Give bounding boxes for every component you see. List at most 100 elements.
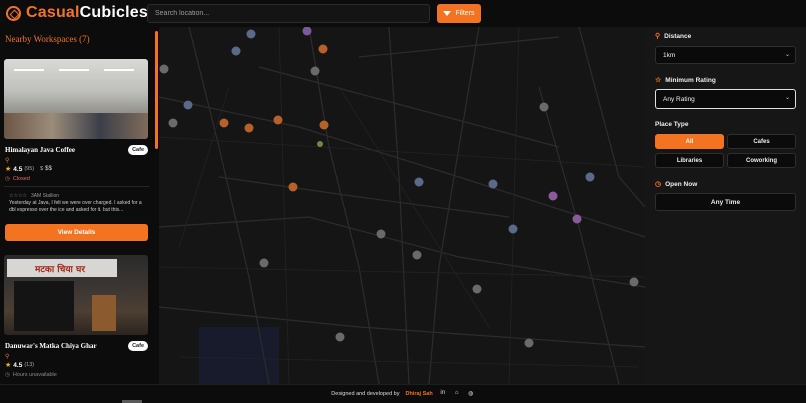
linkedin-icon[interactable]: in	[439, 390, 447, 398]
map-marker-icon[interactable]	[288, 182, 298, 192]
map-marker-icon[interactable]	[548, 191, 558, 201]
map-marker-icon[interactable]	[319, 120, 329, 130]
rating-section-title: ☆ Minimum Rating	[655, 76, 716, 85]
sidebar-title: Nearby Workspaces (7)	[5, 34, 90, 44]
place-type-libraries-button[interactable]: Libraries	[655, 153, 724, 168]
distance-value: 1km	[663, 51, 676, 59]
github-icon[interactable]: ⌂	[453, 390, 461, 398]
distance-section-title: ⚲ Distance	[655, 32, 692, 41]
rating-value: 4.5	[13, 361, 23, 369]
map-marker-icon[interactable]	[335, 332, 345, 342]
place-type-coworking-button[interactable]: Coworking	[727, 153, 796, 168]
place-type-cafes-button[interactable]: Cafes	[727, 134, 796, 149]
map-marker-icon[interactable]	[524, 338, 534, 348]
rating-value: 4.5	[13, 165, 23, 173]
header: CasualCubicles Filters	[0, 0, 806, 27]
brand-name-part1: Casual	[26, 4, 80, 21]
map-marker-icon[interactable]	[244, 123, 254, 133]
photo-detail	[92, 295, 116, 331]
review-count: (13)	[24, 362, 35, 368]
map-marker-icon[interactable]	[231, 46, 241, 56]
workspace-name: Himalayan Java Coffee	[5, 146, 75, 154]
map-canvas[interactable]	[159, 27, 645, 384]
map-marker-icon[interactable]	[183, 100, 193, 110]
place-type-label: Place Type	[655, 121, 689, 128]
clock-icon: ◷	[655, 181, 662, 188]
map-marker-icon[interactable]	[246, 29, 256, 39]
brand-logo[interactable]: CasualCubicles	[6, 4, 148, 22]
price-level: $$	[45, 166, 52, 172]
map-marker-icon[interactable]	[259, 258, 269, 268]
view-details-button[interactable]: View Details	[5, 224, 148, 241]
workspace-photo	[4, 59, 148, 139]
globe-icon[interactable]: ◍	[467, 390, 475, 398]
map-marker-icon[interactable]	[168, 118, 178, 128]
filters-button[interactable]: Filters	[437, 4, 481, 23]
star-outline-icon: ☆	[655, 77, 662, 84]
place-type-section-title: Place Type	[655, 121, 688, 128]
workspace-list-sidebar[interactable]: Nearby Workspaces (7) Himalayan Java Cof…	[0, 27, 159, 384]
clock-icon: ◷	[5, 372, 10, 378]
price-icon: $	[40, 166, 44, 172]
workspace-card[interactable]: Himalayan Java Coffee Cafe ⚲ ★ 4.5 (95) …	[4, 59, 149, 249]
chevron-down-icon: ⌄	[784, 52, 790, 58]
star-icon: ★	[5, 362, 12, 369]
map-marker-icon[interactable]	[539, 102, 549, 112]
photo-detail	[59, 69, 89, 71]
map-marker-icon[interactable]	[472, 284, 482, 294]
type-badge: Cafe	[128, 341, 148, 351]
filters-button-label: Filters	[455, 10, 475, 17]
review-text: Yesterday at Java, I felt we were over c…	[9, 200, 142, 213]
map-marker-icon[interactable]	[317, 141, 323, 147]
type-badge: Cafe	[128, 145, 148, 155]
map-marker-icon[interactable]	[318, 44, 328, 54]
map-marker-icon[interactable]	[585, 172, 595, 182]
map-marker-icon[interactable]	[310, 66, 320, 76]
min-rating-value: Any Rating	[663, 95, 695, 103]
map-marker-icon[interactable]	[414, 177, 424, 187]
workspace-photo: मटका चिया घर	[4, 255, 148, 335]
map-marker-icon[interactable]	[159, 64, 169, 74]
location-pin-icon: ⚲	[655, 33, 661, 40]
map-marker-icon[interactable]	[412, 250, 422, 260]
min-rating-select[interactable]: Any Rating ⌄	[655, 89, 796, 109]
rating-row: ★ 4.5 (13)	[5, 361, 35, 370]
place-type-all-button[interactable]: All	[655, 134, 724, 149]
open-status: ◷ Closed	[5, 176, 30, 182]
map-marker-icon[interactable]	[376, 229, 386, 239]
star-icon: ★	[5, 166, 12, 173]
location-pin-icon: ⚲	[5, 158, 10, 164]
workspace-card[interactable]: मटका चिया घर Danuwar's Matka Chiya Ghar …	[4, 255, 149, 384]
compass-logo-icon	[6, 5, 21, 21]
photo-detail	[4, 113, 148, 139]
divider	[4, 186, 149, 187]
filter-panel: ⚲ Distance 1km ⌄ ☆ Minimum Rating Any Ra…	[645, 27, 806, 384]
status-text: Closed	[12, 176, 30, 182]
photo-detail	[14, 69, 44, 71]
map-marker-icon[interactable]	[488, 179, 498, 189]
open-now-label: Open Now	[665, 180, 698, 188]
location-pin-icon: ⚲	[5, 354, 10, 360]
distance-select[interactable]: 1km ⌄	[655, 46, 796, 64]
sidebar-scrollbar[interactable]	[155, 31, 158, 149]
brand-name: CasualCubicles	[26, 4, 148, 22]
review-count: (95)	[24, 166, 35, 172]
workspace-name: Danuwar's Matka Chiya Ghar	[5, 342, 97, 350]
search-input[interactable]	[155, 10, 429, 17]
photo-detail	[14, 281, 74, 331]
developer-link[interactable]: Dhiraj Sah	[406, 391, 433, 397]
footer: Designed and developed by Dhiraj Sah in …	[0, 384, 806, 403]
rating-row: ★ 4.5 (95) $ $$	[5, 165, 52, 174]
review-stars: ☆☆☆☆	[9, 193, 27, 199]
map-marker-icon[interactable]	[508, 224, 518, 234]
map-marker-icon[interactable]	[219, 118, 229, 128]
search-box[interactable]	[147, 4, 430, 23]
map-marker-icon[interactable]	[572, 214, 582, 224]
map-view[interactable]	[159, 27, 645, 384]
status-text: Hours unavailable	[12, 372, 57, 378]
shop-sign: मटका चिया घर	[7, 259, 117, 277]
distance-label: Distance	[664, 32, 692, 40]
map-marker-icon[interactable]	[273, 115, 283, 125]
open-now-any-time-button[interactable]: Any Time	[655, 193, 796, 211]
map-marker-icon[interactable]	[629, 277, 639, 287]
